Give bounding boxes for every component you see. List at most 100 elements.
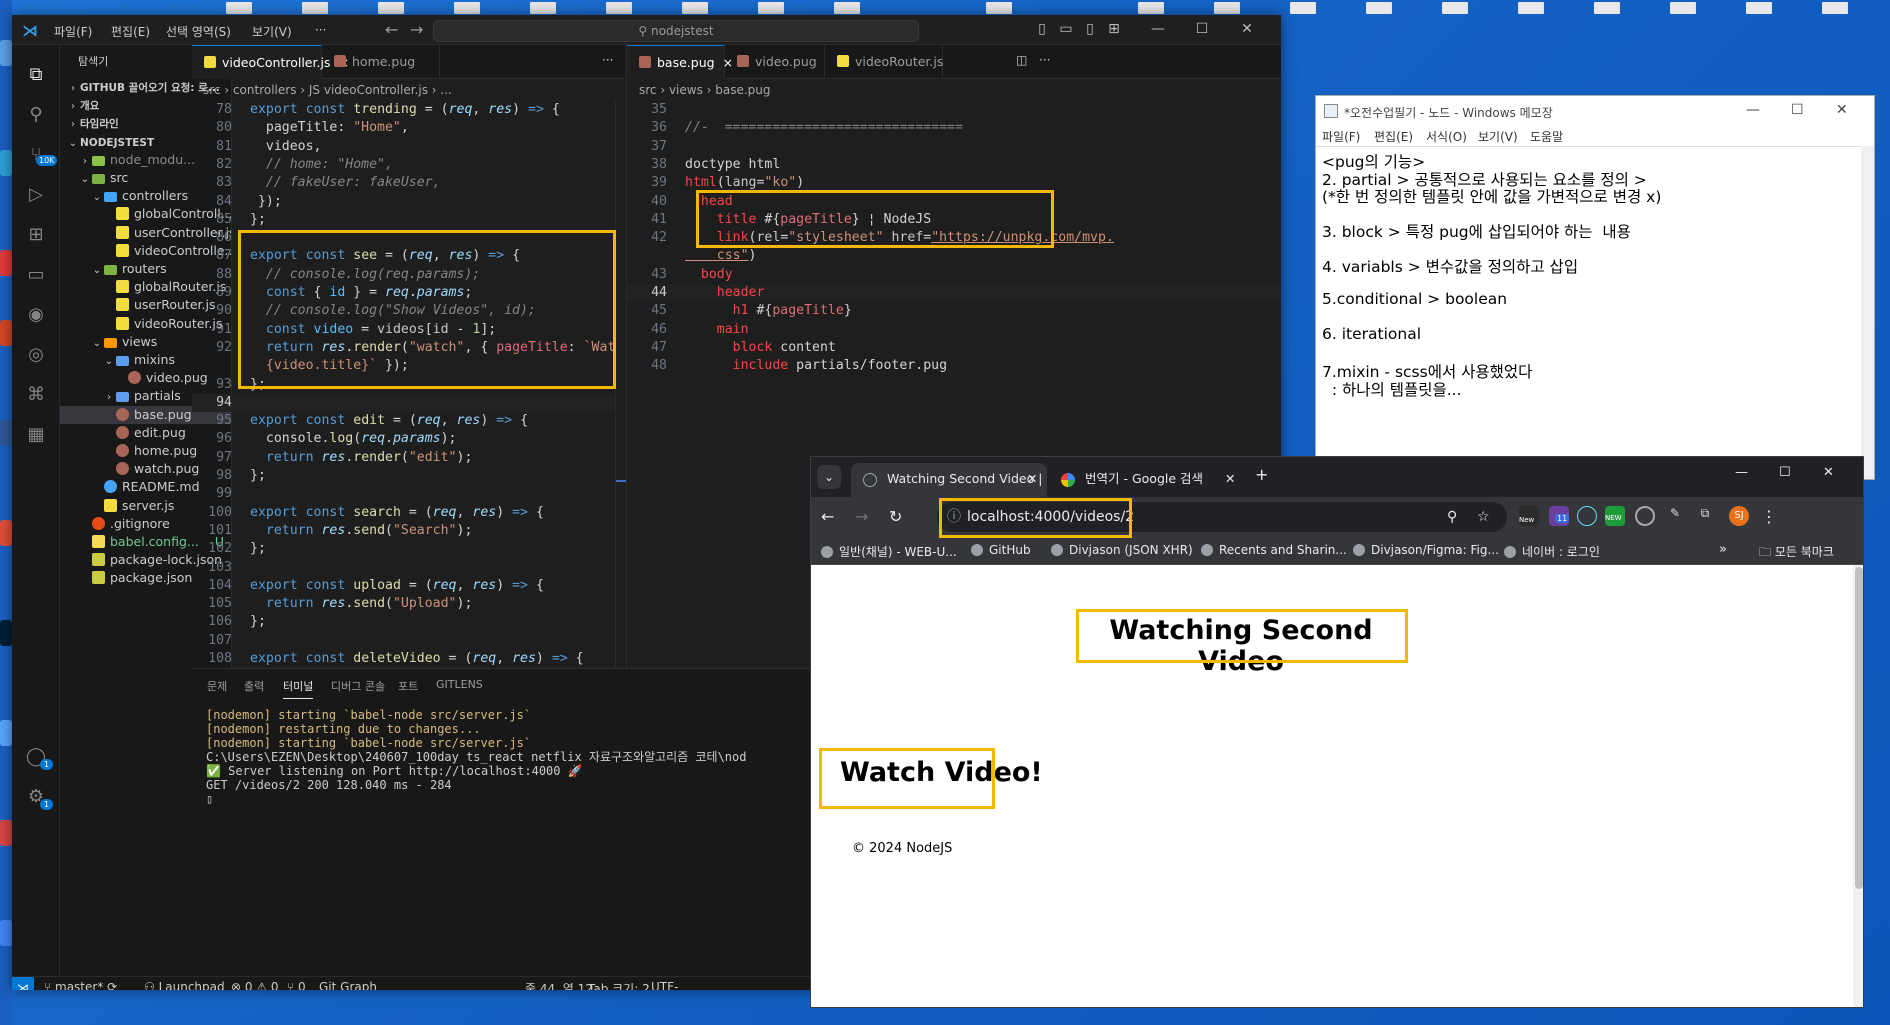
code-line[interactable]: 101 return res.send("Search"); (192, 522, 472, 540)
right-editor-more-icon[interactable]: ··· (1039, 53, 1050, 67)
code-line[interactable]: 93}; (192, 376, 266, 394)
forward-icon[interactable]: → (855, 507, 868, 526)
code-line[interactable]: 43 body (627, 266, 733, 284)
panel-tab[interactable]: 디버그 콘솔 (331, 678, 385, 694)
desktop-file-icon[interactable] (1214, 2, 1240, 14)
notepad-text-area[interactable]: <pug의 기능> 2. partial > 공통적으로 사용되는 요소를 정의 … (1316, 146, 1861, 479)
editor-tab[interactable]: videoController.js× (192, 45, 349, 79)
desktop-file-icon[interactable] (1442, 2, 1468, 14)
code-line[interactable]: 36 //- ============================== (627, 119, 963, 137)
minimize-icon[interactable]: — (1148, 21, 1168, 37)
editor-more-icon[interactable]: ··· (602, 53, 613, 67)
ext-new2-icon[interactable]: NEW (1605, 506, 1625, 526)
desktop-app-icon[interactable] (0, 420, 12, 446)
bookmark-item[interactable]: 네이버 : 로그인 (1504, 543, 1600, 560)
desktop-file-icon[interactable] (454, 2, 480, 14)
code-line[interactable]: 35 (627, 101, 685, 119)
all-bookmarks[interactable]: 🗀 모든 북마크 (1759, 543, 1834, 564)
tab-search-icon[interactable]: ⌄ (817, 465, 841, 489)
code-line[interactable]: 94 (192, 393, 625, 413)
desktop-app-icon[interactable] (0, 150, 12, 176)
ext-react-icon[interactable] (1577, 506, 1597, 526)
desktop-file-icon[interactable] (758, 2, 784, 14)
desktop-app-icon[interactable] (0, 920, 12, 946)
code-line[interactable]: 82 // home: "Home", (192, 156, 393, 174)
ext-puzzle-icon[interactable]: 11 (1549, 506, 1570, 526)
code-line[interactable]: 45 h1 #{pageTitle} (627, 302, 852, 320)
panel-tab[interactable]: 터미널 (283, 678, 314, 699)
code-line[interactable]: 41 title #{pageTitle} ¦ NodeJS (627, 211, 931, 229)
maximize-icon[interactable]: ☐ (1192, 21, 1212, 37)
desktop-file-icon[interactable] (606, 2, 632, 14)
code-line[interactable]: 39 html(lang="ko") (627, 174, 804, 192)
np-menu-view[interactable]: 보기(V) (1478, 128, 1518, 145)
left-breadcrumb[interactable]: src › controllers › JS videoController.j… (203, 79, 623, 101)
site-info-icon[interactable]: ⓘ (947, 502, 961, 532)
notepad-maximize-icon[interactable]: ☐ (1791, 102, 1804, 118)
address-bar[interactable]: ⓘ localhost:4000/videos/2 ⚲ ☆ (937, 502, 1507, 532)
code-line[interactable]: 37 (627, 138, 685, 156)
code-line[interactable]: 85}; (192, 211, 266, 229)
git-graph-icon[interactable]: ⌘ (24, 383, 48, 407)
desktop-file-icon[interactable] (1138, 2, 1164, 14)
profile-avatar[interactable]: SJ (1729, 506, 1749, 526)
forward-arrow-icon[interactable]: → (410, 20, 423, 39)
notepad-minimize-icon[interactable]: — (1746, 102, 1760, 118)
encoding[interactable]: UTF- (651, 980, 678, 990)
left-scrollbar[interactable] (615, 101, 625, 668)
code-line[interactable]: 103 (192, 559, 250, 577)
bookmark-item[interactable]: Recents and Sharin... (1201, 543, 1347, 557)
search-icon[interactable]: ⚲ (24, 103, 48, 127)
code-line[interactable]: 89 const { id } = req.params; (192, 284, 472, 302)
tab-watching-video[interactable]: Watching Second Video | Nod ✕ (851, 463, 1047, 497)
code-line[interactable]: 38 doctype html (627, 156, 780, 174)
desktop-file-icon[interactable] (226, 2, 252, 14)
desktop-file-icon[interactable] (1366, 2, 1392, 14)
code-line[interactable]: {video.title}` }); (192, 357, 409, 375)
desktop-app-icon[interactable] (0, 40, 12, 66)
np-menu-format[interactable]: 서식(O) (1426, 128, 1467, 145)
editor-tab[interactable]: home.pug (322, 45, 440, 79)
code-line[interactable]: 84 }); (192, 193, 282, 211)
code-line[interactable]: 90 // console.log("Show Videos", id); (192, 302, 536, 320)
code-line[interactable]: 102}; (192, 540, 266, 558)
ext-pen-icon[interactable]: ✎ (1665, 506, 1685, 526)
bookmark-item[interactable]: Divjason (JSON XHR) (1051, 543, 1193, 557)
toggle-panel-icon[interactable]: ▭ (1056, 21, 1076, 37)
desktop-file-icon[interactable] (378, 2, 404, 14)
tab-translator[interactable]: 번역기 - Google 검색 ✕ (1049, 463, 1245, 497)
desktop-app-icon[interactable] (0, 620, 12, 646)
code-line[interactable]: 100 export const search = (req, res) => { (192, 504, 544, 522)
ext-new-icon[interactable]: New (1519, 506, 1539, 526)
np-menu-edit[interactable]: 편집(E) (1374, 128, 1413, 145)
ext-circle-icon[interactable] (1635, 506, 1655, 526)
code-line[interactable]: 92 return res.render("watch", { pageTitl… (192, 339, 625, 357)
launchpad-status[interactable]: ⚇ Launchpad (144, 980, 225, 990)
chrome-menu-icon[interactable]: ⋮ (1761, 507, 1777, 526)
layout-icon[interactable]: ⊞ (1104, 21, 1124, 37)
editor-tab[interactable]: video.pug (725, 45, 825, 79)
menu-view[interactable]: 보기(V) (252, 23, 292, 40)
code-line[interactable]: 104 export const upload = (req, res) => { (192, 577, 544, 595)
desktop-file-icon[interactable] (530, 2, 556, 14)
panel-tab[interactable]: 문제 (207, 678, 227, 694)
chrome-close-icon[interactable]: ✕ (1823, 465, 1834, 480)
code-line[interactable]: 87 export const see = (req, res) => { (192, 247, 520, 265)
split-editor-icon[interactable]: ◫ (1016, 53, 1027, 67)
desktop-file-icon[interactable] (986, 2, 1012, 14)
ports-status[interactable]: ⑂ 0 (287, 980, 306, 990)
desktop-file-icon[interactable] (1822, 2, 1848, 14)
editor-tab[interactable]: base.pug × (627, 45, 733, 79)
desktop-file-icon[interactable] (302, 2, 328, 14)
code-line[interactable]: 91 const video = videos[id - 1]; (192, 321, 496, 339)
reload-icon[interactable]: ↻ (889, 507, 902, 526)
code-line[interactable]: 47 block content (627, 339, 836, 357)
cursor-position[interactable]: 줄 44, 열 12 (525, 980, 593, 990)
code-line[interactable]: 99 (192, 485, 250, 503)
desktop-app-icon[interactable] (0, 820, 12, 846)
bookmarks-overflow-icon[interactable]: » (1719, 542, 1727, 557)
code-line[interactable]: 97 return res.render("edit"); (192, 449, 472, 467)
github-icon[interactable]: ◉ (24, 303, 48, 327)
back-arrow-icon[interactable]: ← (385, 20, 398, 39)
desktop-file-icon[interactable] (1518, 2, 1544, 14)
